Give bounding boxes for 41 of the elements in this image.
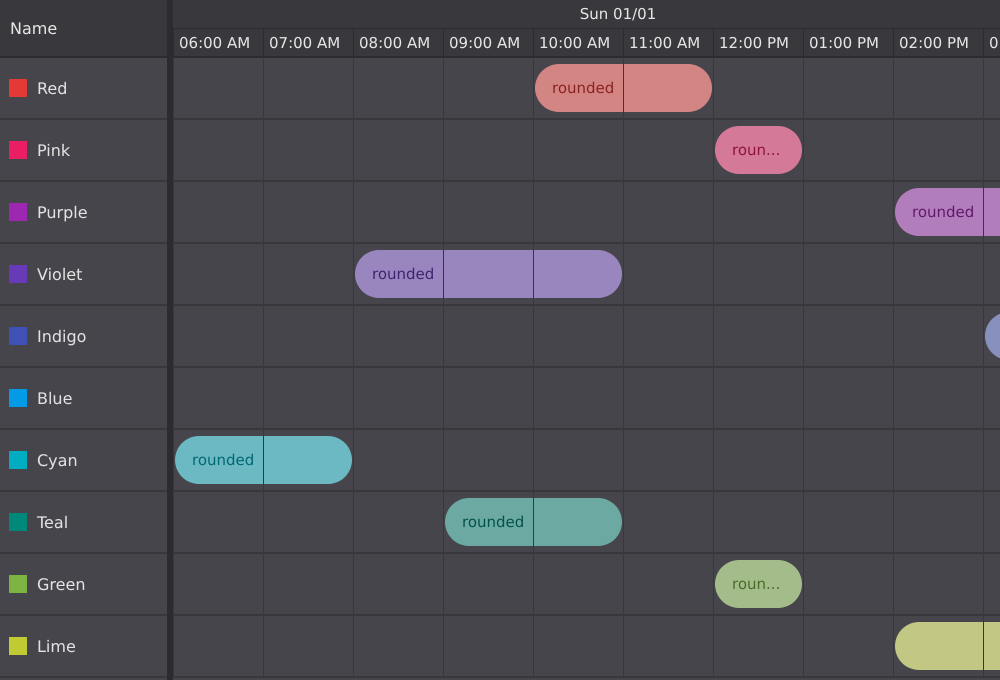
event-label: rounded [192, 451, 254, 469]
resource-name: Lime [37, 636, 76, 656]
event-bar[interactable]: roun... [715, 126, 802, 174]
event-label: rounded [462, 513, 524, 531]
event-bar[interactable] [534, 250, 622, 298]
resource-name: Purple [37, 202, 88, 222]
time-header: 12:00 PM [719, 34, 789, 52]
resource-name: Blue [37, 388, 72, 408]
time-header: 07:00 AM [269, 34, 340, 52]
time-header: 10:00 AM [539, 34, 610, 52]
time-header: 02:00 PM [899, 34, 969, 52]
event-bar[interactable]: rounded [355, 250, 443, 298]
event-bar[interactable] [534, 498, 622, 546]
time-header: 11:00 AM [629, 34, 700, 52]
event-label: rounded [552, 79, 614, 97]
event-bar[interactable]: rounded [535, 64, 623, 112]
event-bar[interactable]: rounded [895, 188, 983, 236]
date-header: Sun 01/01 [580, 5, 656, 23]
time-header: 06:00 AM [179, 34, 250, 52]
resource-name: Red [37, 78, 68, 98]
time-header: 09:00 AM [449, 34, 520, 52]
event-bar[interactable] [624, 64, 712, 112]
resource-name: Teal [37, 512, 68, 532]
time-header: 08:00 AM [359, 34, 430, 52]
event-bar[interactable] [895, 622, 983, 670]
resource-name: Cyan [37, 450, 78, 470]
event-bar[interactable]: rounded [175, 436, 263, 484]
event-label: roun... [732, 141, 780, 159]
event-label: rounded [372, 265, 434, 283]
event-bar[interactable]: roun... [715, 560, 802, 608]
event-bar[interactable] [264, 436, 352, 484]
event-label: rounded [912, 203, 974, 221]
time-header: 01:00 PM [809, 34, 879, 52]
resource-name: Indigo [37, 326, 86, 346]
resource-name: Pink [37, 140, 70, 160]
event-bar[interactable]: rounded [445, 498, 533, 546]
resource-name: Violet [37, 264, 82, 284]
column-header-label: Name [10, 18, 58, 38]
time-header: 0 [989, 34, 999, 52]
event-label: roun... [732, 575, 780, 593]
resource-name: Green [37, 574, 86, 594]
